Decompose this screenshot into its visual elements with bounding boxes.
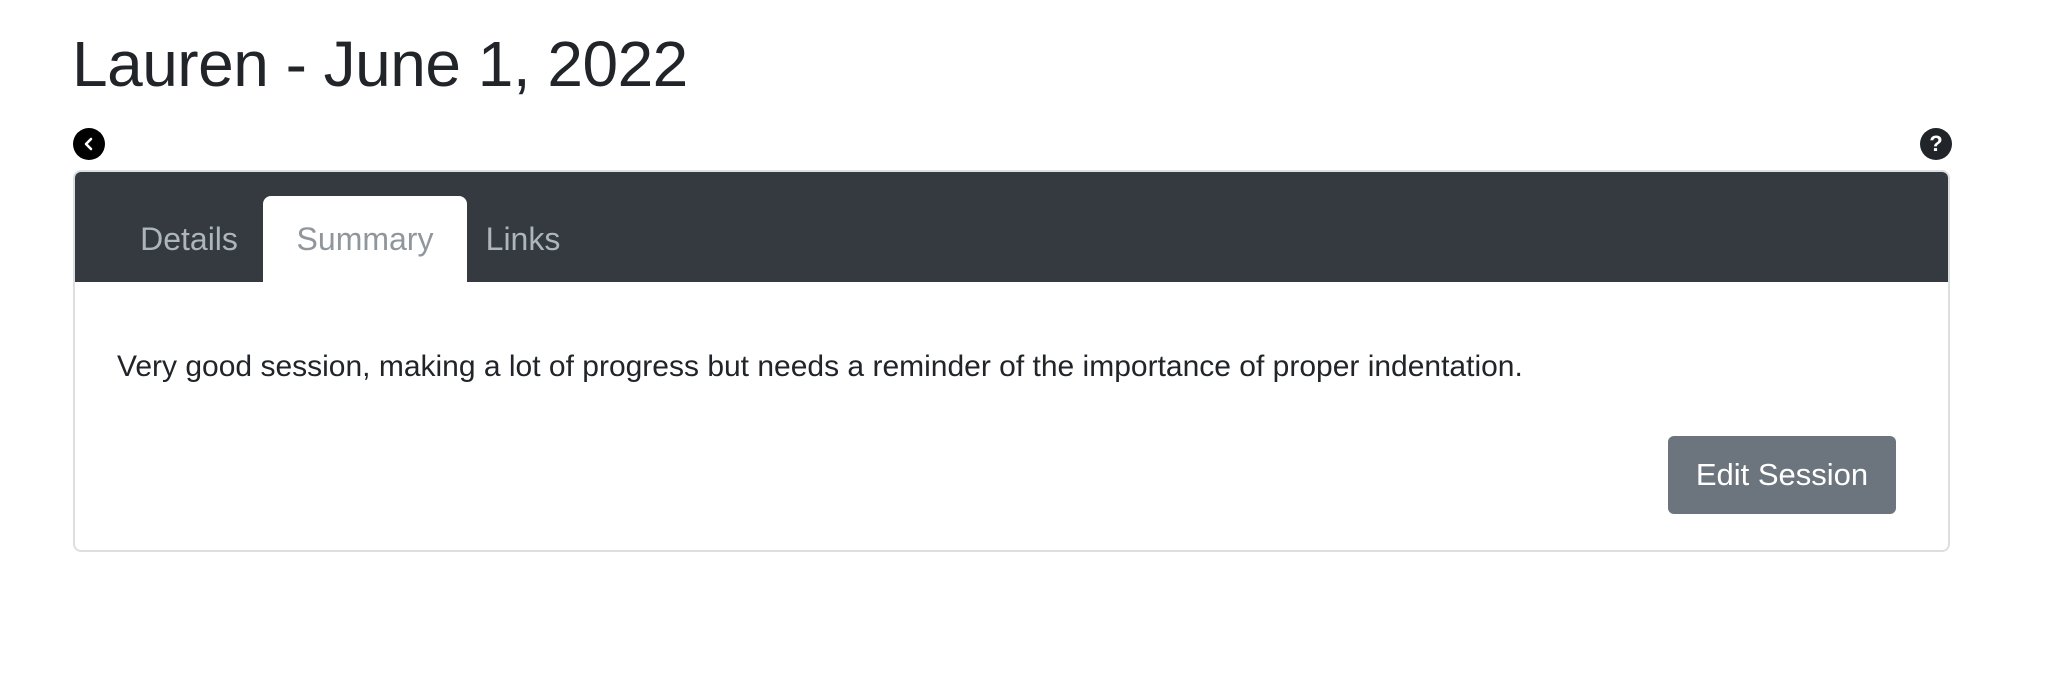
question-mark-icon: ? xyxy=(1929,131,1943,156)
tab-links[interactable]: Links xyxy=(467,196,579,282)
help-icon[interactable]: ? xyxy=(1920,128,1952,160)
tab-details[interactable]: Details xyxy=(109,196,269,282)
session-summary-text: Very good session, making a lot of progr… xyxy=(117,350,1523,383)
edit-session-button[interactable]: Edit Session xyxy=(1668,436,1896,514)
page-title: Lauren - June 1, 2022 xyxy=(72,28,688,100)
back-icon[interactable] xyxy=(73,128,105,160)
tab-summary[interactable]: Summary xyxy=(263,196,467,282)
chevron-left-icon xyxy=(84,137,93,151)
session-card: Details Summary Links Very good session,… xyxy=(73,170,1950,552)
tab-content-summary: Very good session, making a lot of progr… xyxy=(75,282,1948,550)
tab-bar: Details Summary Links xyxy=(75,172,1948,282)
